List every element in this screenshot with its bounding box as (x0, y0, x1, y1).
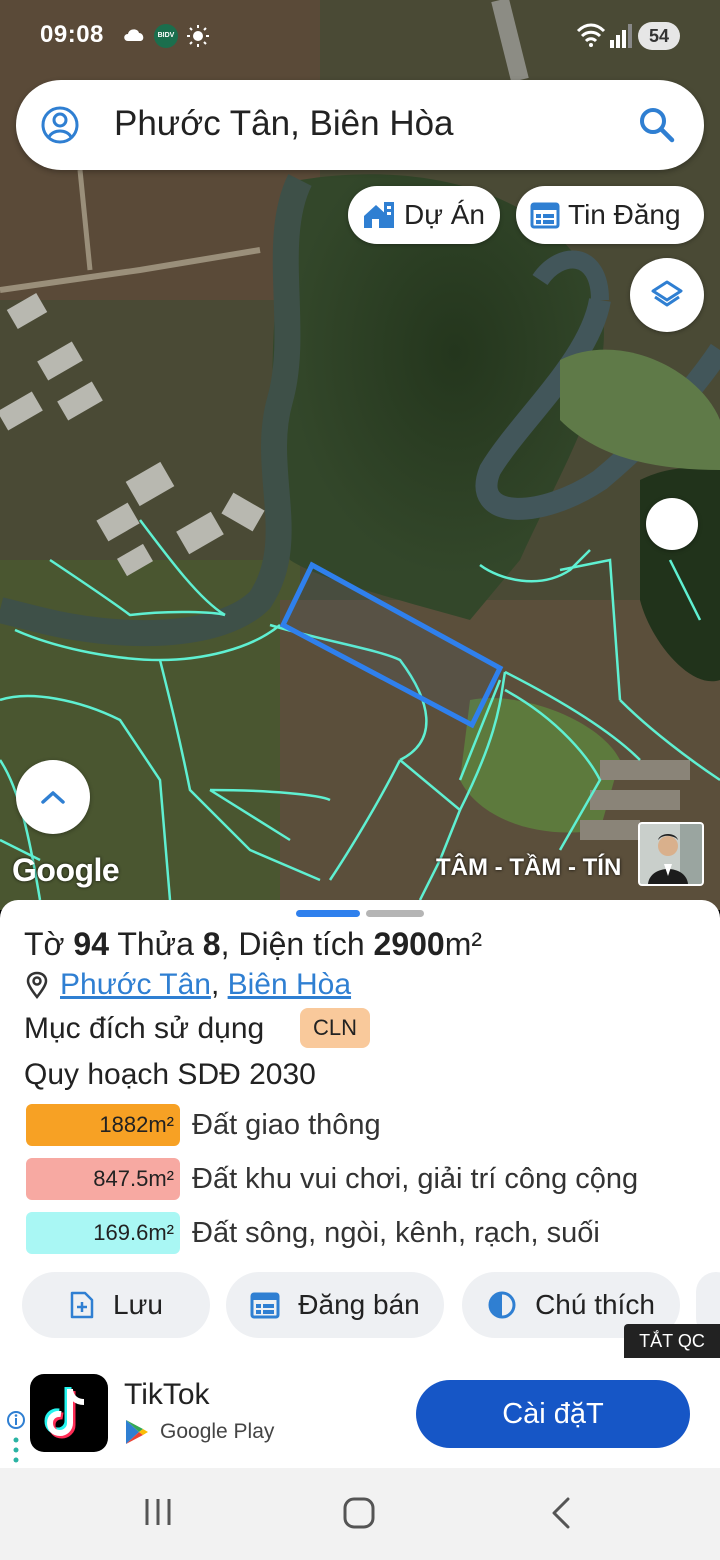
zone-label: Đất sông, ngòi, kênh, rạch, suối (192, 1217, 600, 1249)
usage-code-badge: CLN (300, 1008, 370, 1048)
zone-row: 169.6m² Đất sông, ngòi, kênh, rạch, suối (26, 1212, 720, 1256)
zone-area: 169.6m² (26, 1212, 180, 1254)
scroll-handle[interactable] (646, 498, 698, 550)
ward-link[interactable]: Phước Tân (60, 968, 211, 1002)
area-unit: m² (444, 926, 483, 962)
legend-button-label: Chú thích (535, 1289, 655, 1320)
clock: 09:08 (40, 21, 104, 48)
ad-app-name[interactable]: TikTok (124, 1378, 210, 1412)
zone-area: 847.5m² (26, 1158, 180, 1200)
land-plan-label: Quy hoạch SDĐ 2030 (24, 1058, 316, 1091)
expand-up-button[interactable] (16, 760, 90, 834)
usage-purpose-label: Mục đích sử dụng (24, 1012, 265, 1045)
home-city-icon (364, 202, 394, 228)
account-icon[interactable] (40, 105, 80, 150)
calendar-list-icon (530, 202, 560, 229)
save-button-label: Lưu (113, 1289, 163, 1320)
location-separator: , (210, 968, 228, 1001)
parcel-info-sheet[interactable]: Tờ 94 Thửa 8, Diện tích 2900m² Phước Tân… (0, 900, 720, 1352)
zone-row: 847.5m² Đất khu vui chơi, giải trí công … (26, 1158, 720, 1202)
plot-label: Thửa (117, 926, 194, 962)
close-ad-button[interactable]: TẮT QC (624, 1324, 720, 1358)
zone-area: 1882m² (26, 1104, 180, 1146)
ad-store-badge: Google Play (124, 1418, 274, 1446)
search-bar[interactable]: Phước Tân, Biên Hòa (16, 80, 704, 170)
plot-number: 8 (202, 926, 221, 962)
post-for-sale-button[interactable]: Đăng bán (226, 1272, 444, 1338)
cloud-icon (122, 26, 146, 47)
file-add-icon (70, 1291, 94, 1319)
battery-indicator: 54 (638, 22, 680, 50)
location-pin-icon (26, 971, 48, 1000)
google-play-icon (126, 1420, 148, 1444)
calendar-list-icon (250, 1292, 280, 1319)
area-value: 2900 (373, 926, 445, 962)
ad-info-icon[interactable] (6, 1410, 26, 1471)
wifi-icon (576, 22, 606, 53)
sun-icon (186, 24, 210, 53)
save-button[interactable]: Lưu (22, 1272, 210, 1338)
install-button[interactable]: Cài đặT (416, 1380, 690, 1448)
projects-chip-label: Dự Án (404, 199, 485, 230)
sheet-handle-inactive[interactable] (366, 910, 424, 917)
post-button-label: Đăng bán (298, 1289, 420, 1320)
bidv-app-icon: BIDV (154, 24, 178, 48)
system-nav-bar (0, 1468, 720, 1560)
sheet-number: 94 (73, 926, 110, 962)
city-link[interactable]: Biên Hòa (228, 968, 351, 1002)
sheet-handle-active[interactable] (296, 910, 360, 917)
projects-chip[interactable]: Dự Án (348, 186, 500, 244)
search-input[interactable]: Phước Tân, Biên Hòa (114, 104, 454, 144)
status-bar: 09:08 BIDV 54 (0, 14, 720, 58)
parcel-location: Phước Tân, Biên Hòa (24, 968, 351, 1002)
recent-apps-icon[interactable] (142, 1496, 174, 1533)
back-icon[interactable] (548, 1496, 574, 1535)
agent-avatar[interactable] (638, 822, 704, 886)
home-icon[interactable] (342, 1496, 376, 1535)
contrast-icon (488, 1291, 516, 1319)
signal-icon (610, 24, 632, 53)
listings-chip-label: Tin Đăng (568, 199, 681, 230)
parcel-title: Tờ 94 Thửa 8, Diện tích 2900m² (24, 926, 482, 963)
tiktok-icon (44, 1387, 85, 1439)
zone-label: Đất khu vui chơi, giải trí công cộng (192, 1163, 639, 1195)
google-logo: Google (12, 852, 120, 888)
zone-row: 1882m² Đất giao thông (26, 1104, 720, 1148)
agent-watermark: TÂM - TẦM - TÍN (436, 854, 622, 881)
layers-button[interactable] (630, 258, 704, 332)
zone-label: Đất giao thông (192, 1109, 381, 1141)
ad-store-name: Google Play (160, 1420, 275, 1443)
sheet-label: Tờ (24, 926, 65, 962)
layers-icon (651, 280, 683, 307)
search-icon[interactable] (638, 106, 676, 149)
listings-chip[interactable]: Tin Đăng (516, 186, 704, 244)
chevron-up-icon (41, 791, 65, 804)
tiktok-app-icon[interactable] (30, 1374, 108, 1452)
area-label: , Diện tích (220, 926, 365, 962)
map-view[interactable]: 09:08 BIDV 54 Phước Tân, Biên Hòa Dự Án … (0, 0, 720, 910)
ad-banner[interactable]: TẮT QC TikTok Google Play Cài đặT (0, 1324, 720, 1471)
